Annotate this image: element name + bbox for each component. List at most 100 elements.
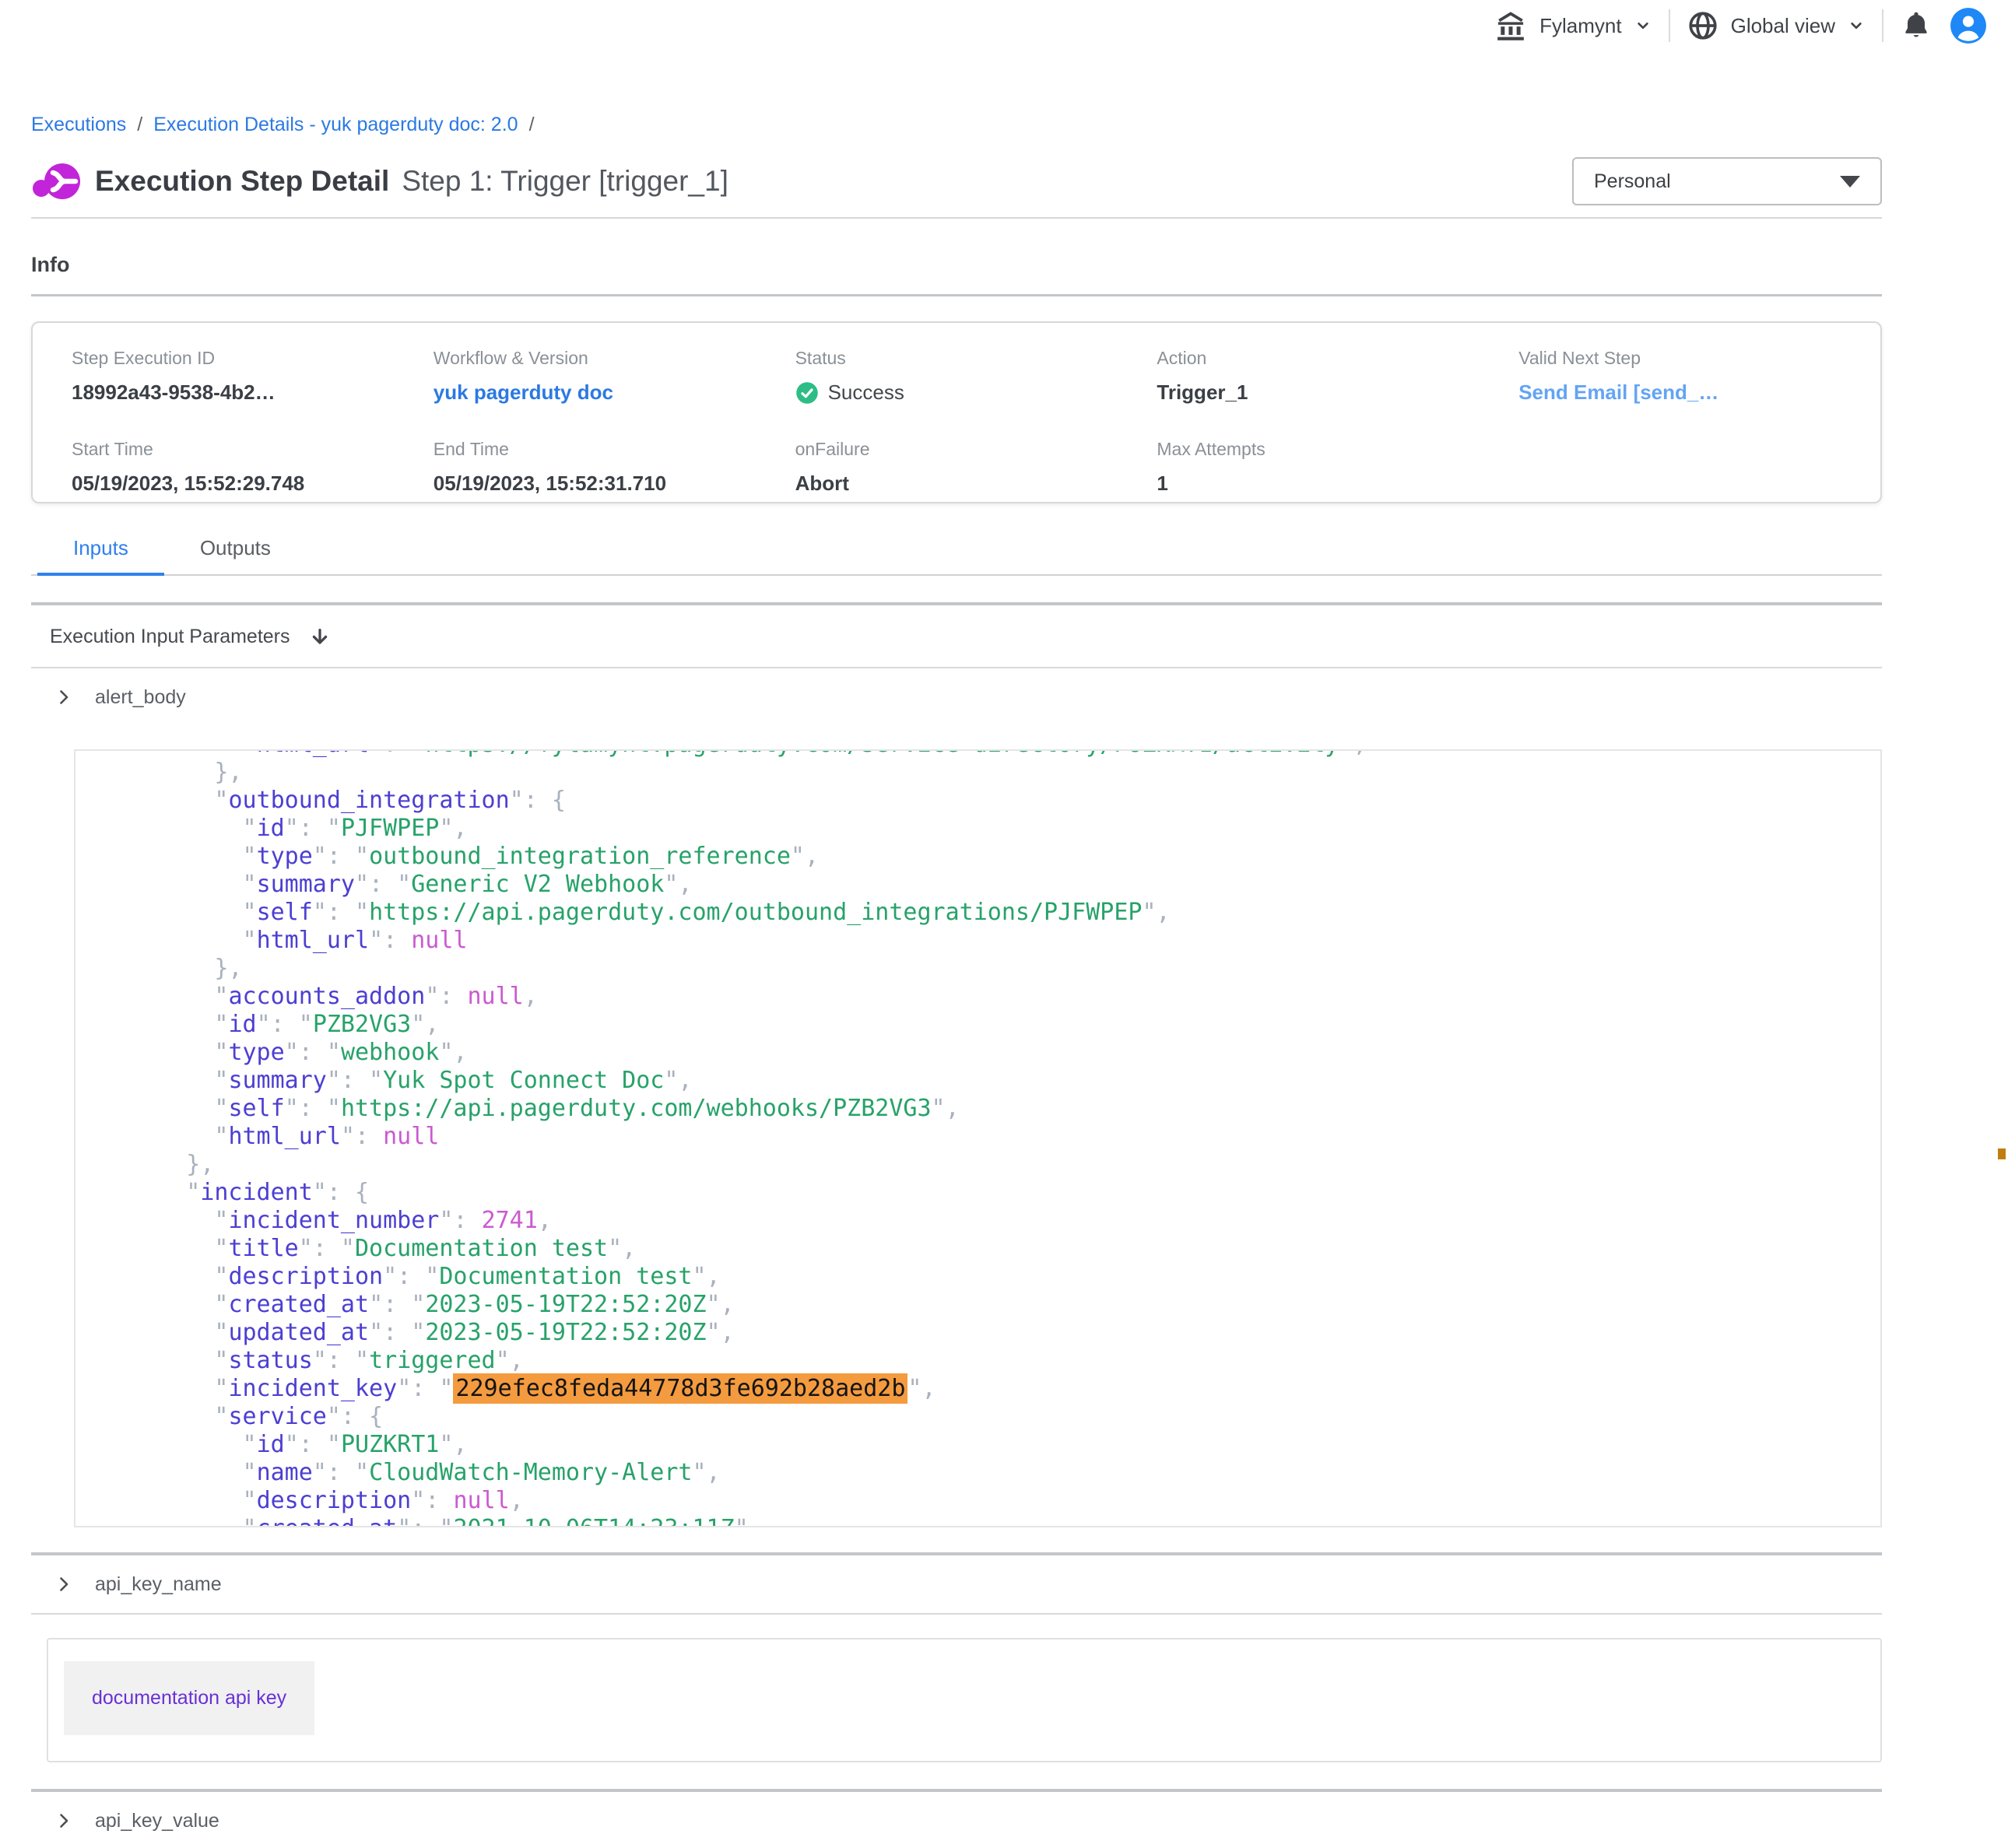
page-subtitle: Step 1: Trigger [trigger_1] [402, 165, 728, 198]
avatar[interactable] [1949, 6, 1988, 45]
field-label: Step Execution ID [72, 348, 434, 369]
scope-select[interactable]: Personal [1572, 157, 1882, 205]
info-field: Workflow & Version yuk pagerduty doc [434, 348, 795, 411]
code-line: "self": "https://api.pagerduty.com/outbo… [130, 899, 1880, 927]
breadcrumb-link-executions[interactable]: Executions [31, 114, 126, 136]
code-line: "id": "PUZKRT1", [130, 1431, 1880, 1459]
info-heading: Info [31, 253, 1882, 277]
divider [31, 217, 1882, 219]
code-line: "description": "Documentation test", [130, 1263, 1880, 1291]
field-value: Abort [795, 472, 1157, 496]
code-line: "html_url": "https://fylamynt.pagerduty.… [130, 749, 1880, 759]
page-header: Execution Step Detail Step 1: Trigger [t… [31, 156, 1882, 206]
info-field [1518, 439, 1880, 502]
topbar: Fylamynt Global view [0, 0, 2008, 51]
field-value[interactable]: Send Email [send_… [1518, 380, 1880, 405]
bell-icon[interactable] [1899, 9, 1933, 43]
code-line: "title": "Documentation test", [130, 1235, 1880, 1263]
success-icon [795, 381, 819, 405]
field-value: 1 [1157, 472, 1518, 496]
chevron-right-icon [54, 1573, 73, 1596]
scrollbar-highlight-marker [1998, 1148, 2006, 1159]
tab-bar: Inputs Outputs [31, 536, 1882, 576]
code-line: "html_url": null [130, 1123, 1880, 1151]
info-field: End Time 05/19/2023, 15:52:31.710 [434, 439, 795, 502]
code-line: "service": { [130, 1403, 1880, 1431]
code-line: "created_at": "2023-05-19T22:52:20Z", [130, 1291, 1880, 1319]
field-value: 05/19/2023, 15:52:29.748 [72, 472, 434, 496]
code-line: "html_url": null [130, 927, 1880, 955]
field-value: 05/19/2023, 15:52:31.710 [434, 472, 795, 496]
info-field: Max Attempts 1 [1157, 439, 1518, 502]
api-key-name-chip: documentation api key [64, 1661, 314, 1735]
divider [31, 294, 1882, 296]
breadcrumb-separator: / [529, 114, 535, 136]
code-line: "incident_number": 2741, [130, 1207, 1880, 1235]
org-switcher[interactable]: Fylamynt [1493, 8, 1652, 44]
view-name: Global view [1731, 14, 1835, 38]
code-line: "created_at": "2021-10-06T14:23:11Z", [130, 1515, 1880, 1527]
code-line: "type": "outbound_integration_reference"… [130, 843, 1880, 871]
globe-icon [1686, 9, 1720, 43]
breadcrumb-separator: / [137, 114, 142, 136]
code-line: "id": "PJFWPEP", [130, 815, 1880, 843]
field-label: Valid Next Step [1518, 348, 1880, 369]
info-field: Step Execution ID 18992a43-9538-4b2… [72, 348, 434, 411]
code-line: }, [130, 759, 1880, 787]
section-api-key-name[interactable]: api_key_name [31, 1555, 1882, 1613]
code-line: "updated_at": "2023-05-19T22:52:20Z", [130, 1319, 1880, 1347]
status-text: Success [828, 380, 904, 405]
highlighted-text: 229efec8feda44778d3fe692b28aed2b [453, 1373, 907, 1404]
field-label: Max Attempts [1157, 439, 1518, 460]
field-value: Trigger_1 [1157, 380, 1518, 405]
section-label: api_key_value [95, 1810, 219, 1832]
code-line: "description": null, [130, 1487, 1880, 1515]
field-label: Action [1157, 348, 1518, 369]
api-key-name-value-card: documentation api key [47, 1638, 1882, 1762]
topbar-separator [1669, 9, 1670, 42]
execution-input-parameters-label: Execution Input Parameters [50, 626, 290, 648]
workflow-logo-icon [31, 156, 81, 206]
code-line: }, [130, 955, 1880, 983]
chevron-right-icon [54, 1809, 73, 1832]
download-arrow-icon[interactable] [309, 626, 331, 648]
field-value[interactable]: yuk pagerduty doc [434, 380, 795, 405]
chevron-down-icon [1633, 16, 1653, 36]
info-field: Status Success [795, 348, 1157, 411]
info-field: Valid Next Step Send Email [send_… [1518, 348, 1880, 411]
view-switcher[interactable]: Global view [1686, 9, 1866, 43]
execution-input-parameters-header: Execution Input Parameters [31, 605, 1882, 667]
section-label: alert_body [95, 686, 186, 709]
field-label: End Time [434, 439, 795, 460]
json-payload: "html_url": "https://fylamynt.pagerduty.… [75, 749, 1880, 1527]
code-line: "outbound_integration": { [130, 787, 1880, 815]
scope-select-value: Personal [1594, 170, 1671, 193]
code-line: "self": "https://api.pagerduty.com/webho… [130, 1095, 1880, 1123]
tab-inputs[interactable]: Inputs [37, 536, 164, 576]
main-content: Executions / Execution Details - yuk pag… [31, 114, 1882, 1848]
field-label: Start Time [72, 439, 434, 460]
code-line: "id": "PZB2VG3", [130, 1011, 1880, 1039]
tab-outputs[interactable]: Outputs [164, 536, 307, 576]
section-label: api_key_name [95, 1573, 222, 1596]
divider [31, 1613, 1882, 1615]
breadcrumb: Executions / Execution Details - yuk pag… [31, 114, 1882, 136]
code-line: "accounts_addon": null, [130, 983, 1880, 1011]
field-value: Success [795, 380, 1157, 405]
select-caret-icon [1840, 176, 1860, 188]
code-line: "status": "triggered", [130, 1347, 1880, 1375]
chevron-right-icon [54, 686, 73, 709]
field-label: Workflow & Version [434, 348, 795, 369]
field-label: Status [795, 348, 1157, 369]
section-alert-body[interactable]: alert_body [31, 668, 1882, 726]
breadcrumb-link-execution-details[interactable]: Execution Details - yuk pagerduty doc: 2… [153, 114, 518, 136]
code-line: "incident": { [130, 1179, 1880, 1207]
info-card: Step Execution ID 18992a43-9538-4b2…Workf… [31, 321, 1882, 503]
section-api-key-value[interactable]: api_key_value [31, 1792, 1882, 1848]
field-value: 18992a43-9538-4b2… [72, 380, 434, 405]
info-field: Action Trigger_1 [1157, 348, 1518, 411]
org-name: Fylamynt [1539, 14, 1621, 38]
code-line: "incident_key": "229efec8feda44778d3fe69… [130, 1375, 1880, 1403]
code-viewer[interactable]: "html_url": "https://fylamynt.pagerduty.… [74, 749, 1882, 1527]
code-line: "name": "CloudWatch-Memory-Alert", [130, 1459, 1880, 1487]
